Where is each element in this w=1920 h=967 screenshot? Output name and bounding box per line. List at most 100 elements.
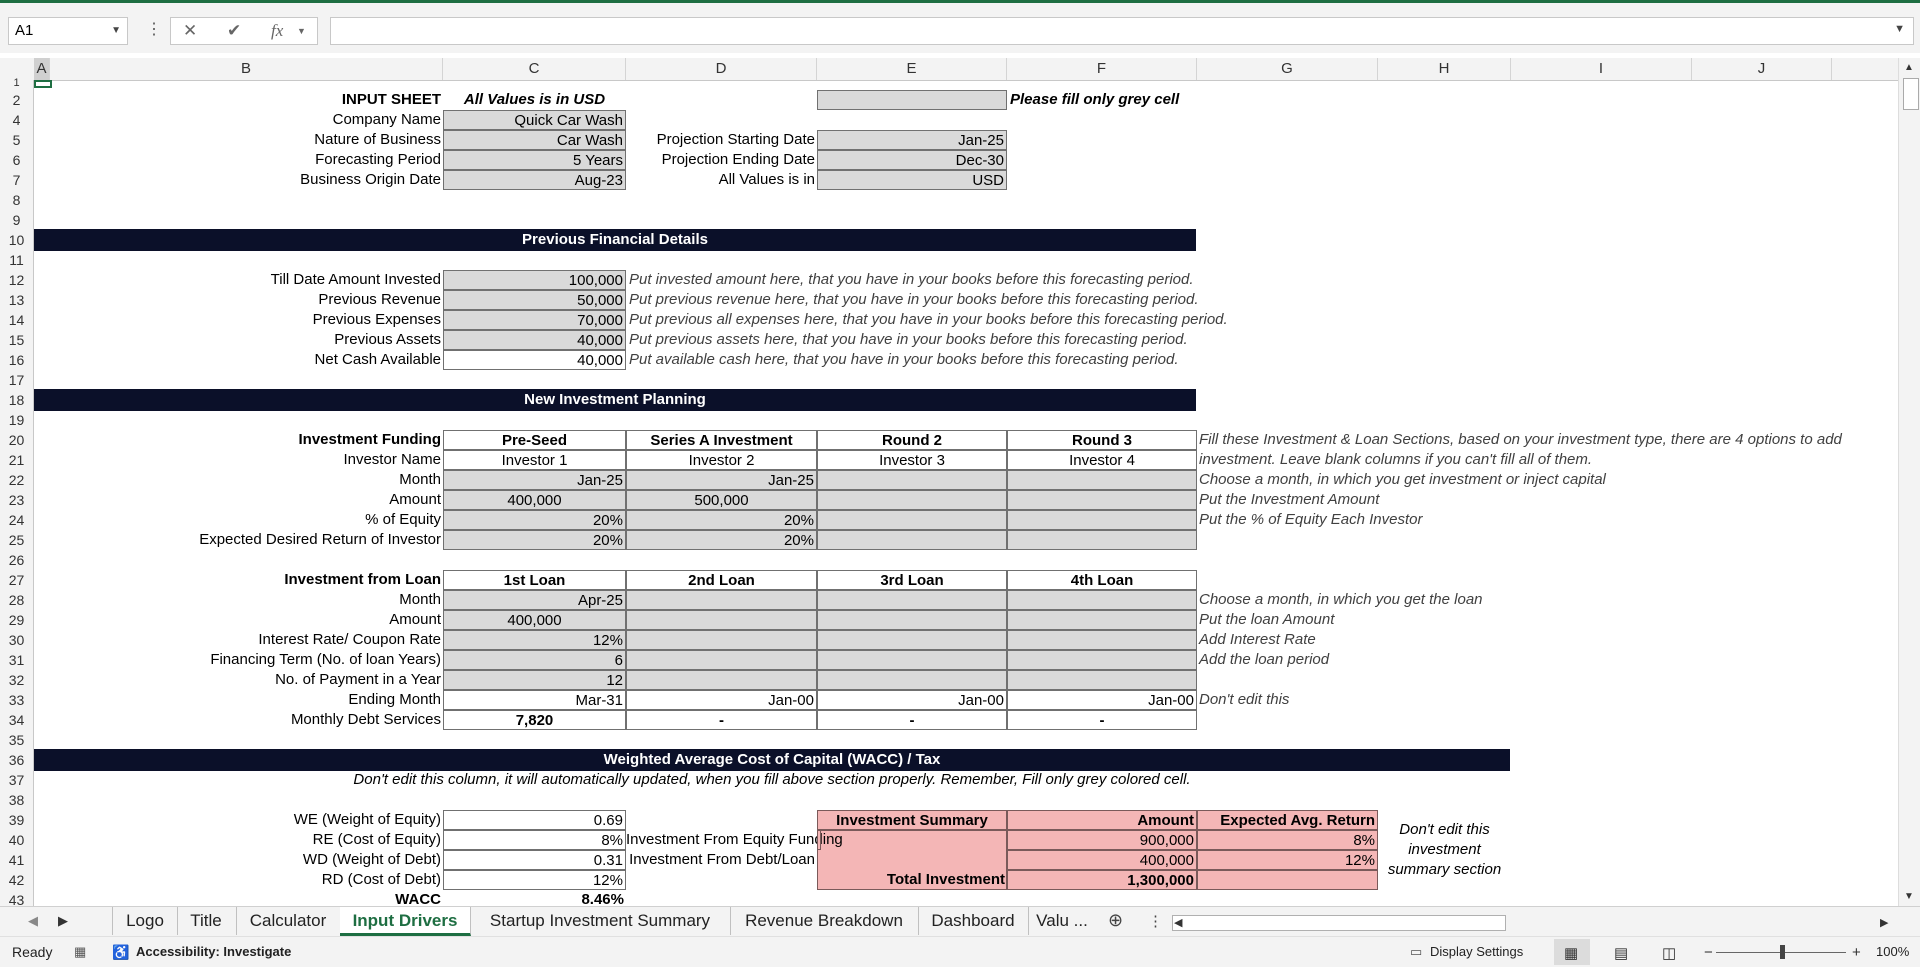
loan-rate-cell[interactable] (626, 630, 817, 650)
row-header[interactable]: 5 (0, 130, 33, 150)
chevron-down-icon[interactable]: ▼ (111, 18, 121, 44)
row-header[interactable]: 19 (0, 410, 33, 430)
row-header[interactable]: 16 (0, 350, 33, 370)
prev-sheet-icon[interactable]: ◀ (28, 913, 38, 929)
row-header[interactable]: 7 (0, 170, 33, 190)
column-header[interactable]: I (1511, 58, 1692, 80)
sheet-tab[interactable]: Startup Investment Summary (470, 907, 731, 935)
debt-service-cell[interactable]: 7,820 (443, 710, 626, 730)
equity-cell[interactable] (1007, 510, 1197, 530)
row-header[interactable]: 23 (0, 490, 33, 510)
row-header[interactable]: 26 (0, 550, 33, 570)
scroll-up-icon[interactable]: ▲ (1904, 62, 1914, 73)
selected-cell-a1[interactable] (34, 80, 52, 88)
loan-rate-cell[interactable]: 12% (443, 630, 626, 650)
loan-ending-cell[interactable]: Mar-31 (443, 690, 626, 710)
column-header[interactable]: A (34, 58, 50, 80)
row-header[interactable]: 37 (0, 770, 33, 790)
funding-month-cell[interactable] (1007, 470, 1197, 490)
investor-name-cell[interactable]: Investor 4 (1007, 450, 1197, 470)
debt-service-cell[interactable]: - (626, 710, 817, 730)
loan-amount-cell[interactable] (1007, 610, 1197, 630)
weight-equity-cell[interactable]: 0.69 (443, 810, 626, 830)
loan-month-cell[interactable] (626, 590, 817, 610)
summary-amount[interactable]: 400,000 (1007, 850, 1197, 870)
equity-cell[interactable]: 20% (626, 510, 817, 530)
row-header[interactable]: 14 (0, 310, 33, 330)
investor-name-cell[interactable]: Investor 1 (443, 450, 626, 470)
investor-name-cell[interactable]: Investor 2 (626, 450, 817, 470)
expected-return-cell[interactable] (1007, 530, 1197, 550)
more-options-icon[interactable]: ⋮ (146, 19, 162, 39)
column-header[interactable]: B (50, 58, 443, 80)
previous-expenses-cell[interactable]: 70,000 (443, 310, 626, 330)
formula-input[interactable]: ▼ (330, 17, 1914, 45)
funding-month-cell[interactable]: Jan-25 (443, 470, 626, 490)
expected-return-cell[interactable]: 20% (626, 530, 817, 550)
row-header[interactable]: 35 (0, 730, 33, 750)
weight-debt-cell[interactable]: 0.31 (443, 850, 626, 870)
sheet-tab[interactable]: Dashboard (918, 907, 1029, 935)
row-header[interactable]: 2 (0, 90, 33, 110)
origin-date-cell[interactable]: Aug-23 (443, 170, 626, 190)
loan-payments-cell[interactable] (817, 670, 1007, 690)
summary-total-amount[interactable]: 1,300,000 (1007, 870, 1197, 890)
vertical-scrollbar[interactable]: ▲ ▼ (1898, 58, 1920, 906)
forecasting-period-cell[interactable]: 5 Years (443, 150, 626, 170)
debt-service-cell[interactable]: - (817, 710, 1007, 730)
debt-service-cell[interactable]: - (1007, 710, 1197, 730)
loan-payments-cell[interactable] (1007, 670, 1197, 690)
row-header[interactable]: 17 (0, 370, 33, 390)
sheet-tab[interactable]: Calculator (236, 907, 341, 935)
row-header[interactable]: 34 (0, 710, 33, 730)
scroll-left-icon[interactable]: ◀ (1174, 916, 1182, 929)
column-header[interactable]: G (1197, 58, 1378, 80)
chevron-down-icon[interactable]: ▼ (297, 26, 306, 36)
previous-assets-cell[interactable]: 40,000 (443, 330, 626, 350)
row-header[interactable]: 36 (0, 750, 33, 770)
row-header[interactable]: 10 (0, 230, 33, 250)
nature-business-cell[interactable]: Car Wash (443, 130, 626, 150)
column-header[interactable]: F (1007, 58, 1197, 80)
zoom-slider-thumb[interactable] (1780, 945, 1785, 959)
accessibility-status[interactable]: Accessibility: Investigate (136, 944, 291, 959)
macro-record-icon[interactable]: ▦ (74, 944, 86, 960)
row-header[interactable]: 22 (0, 470, 33, 490)
row-header[interactable]: 29 (0, 610, 33, 630)
horizontal-scrollbar[interactable] (1172, 915, 1506, 931)
row-header[interactable]: 9 (0, 210, 33, 230)
expected-return-cell[interactable] (817, 530, 1007, 550)
row-header[interactable]: 12 (0, 270, 33, 290)
row-header[interactable]: 27 (0, 570, 33, 590)
row-header[interactable]: 13 (0, 290, 33, 310)
row-header[interactable]: 30 (0, 630, 33, 650)
row-header[interactable]: 25 (0, 530, 33, 550)
company-name-cell[interactable]: Quick Car Wash (443, 110, 626, 130)
loan-rate-cell[interactable] (1007, 630, 1197, 650)
row-header[interactable]: 15 (0, 330, 33, 350)
sheet-tab[interactable]: Revenue Breakdown (730, 907, 919, 935)
zoom-out-icon[interactable]: − (1704, 944, 1713, 961)
more-options-icon[interactable]: ⋮ (1148, 912, 1163, 930)
enter-icon[interactable]: ✔ (227, 21, 241, 41)
summary-total-return[interactable] (1197, 870, 1378, 890)
loan-amount-cell[interactable]: 400,000 (443, 610, 626, 630)
loan-term-cell[interactable]: 6 (443, 650, 626, 670)
row-header[interactable]: 8 (0, 190, 33, 210)
column-header[interactable]: H (1378, 58, 1511, 80)
accessibility-icon[interactable]: ♿ (112, 944, 129, 961)
wacc-value-cell[interactable]: 8.46% (443, 890, 626, 906)
row-header[interactable]: 6 (0, 150, 33, 170)
loan-amount-cell[interactable] (817, 610, 1007, 630)
summary-return[interactable]: 8% (1197, 830, 1378, 850)
page-layout-icon[interactable]: ▤ (1614, 944, 1628, 962)
scroll-thumb[interactable] (1903, 78, 1919, 110)
row-header[interactable]: 39 (0, 810, 33, 830)
sheet-tab[interactable]: Logo (112, 907, 178, 935)
row-header[interactable]: 18 (0, 390, 33, 410)
row-header[interactable]: 28 (0, 590, 33, 610)
row-header[interactable]: 24 (0, 510, 33, 530)
funding-amount-cell[interactable]: 400,000 (443, 490, 626, 510)
column-header[interactable]: D (626, 58, 817, 80)
loan-term-cell[interactable] (1007, 650, 1197, 670)
